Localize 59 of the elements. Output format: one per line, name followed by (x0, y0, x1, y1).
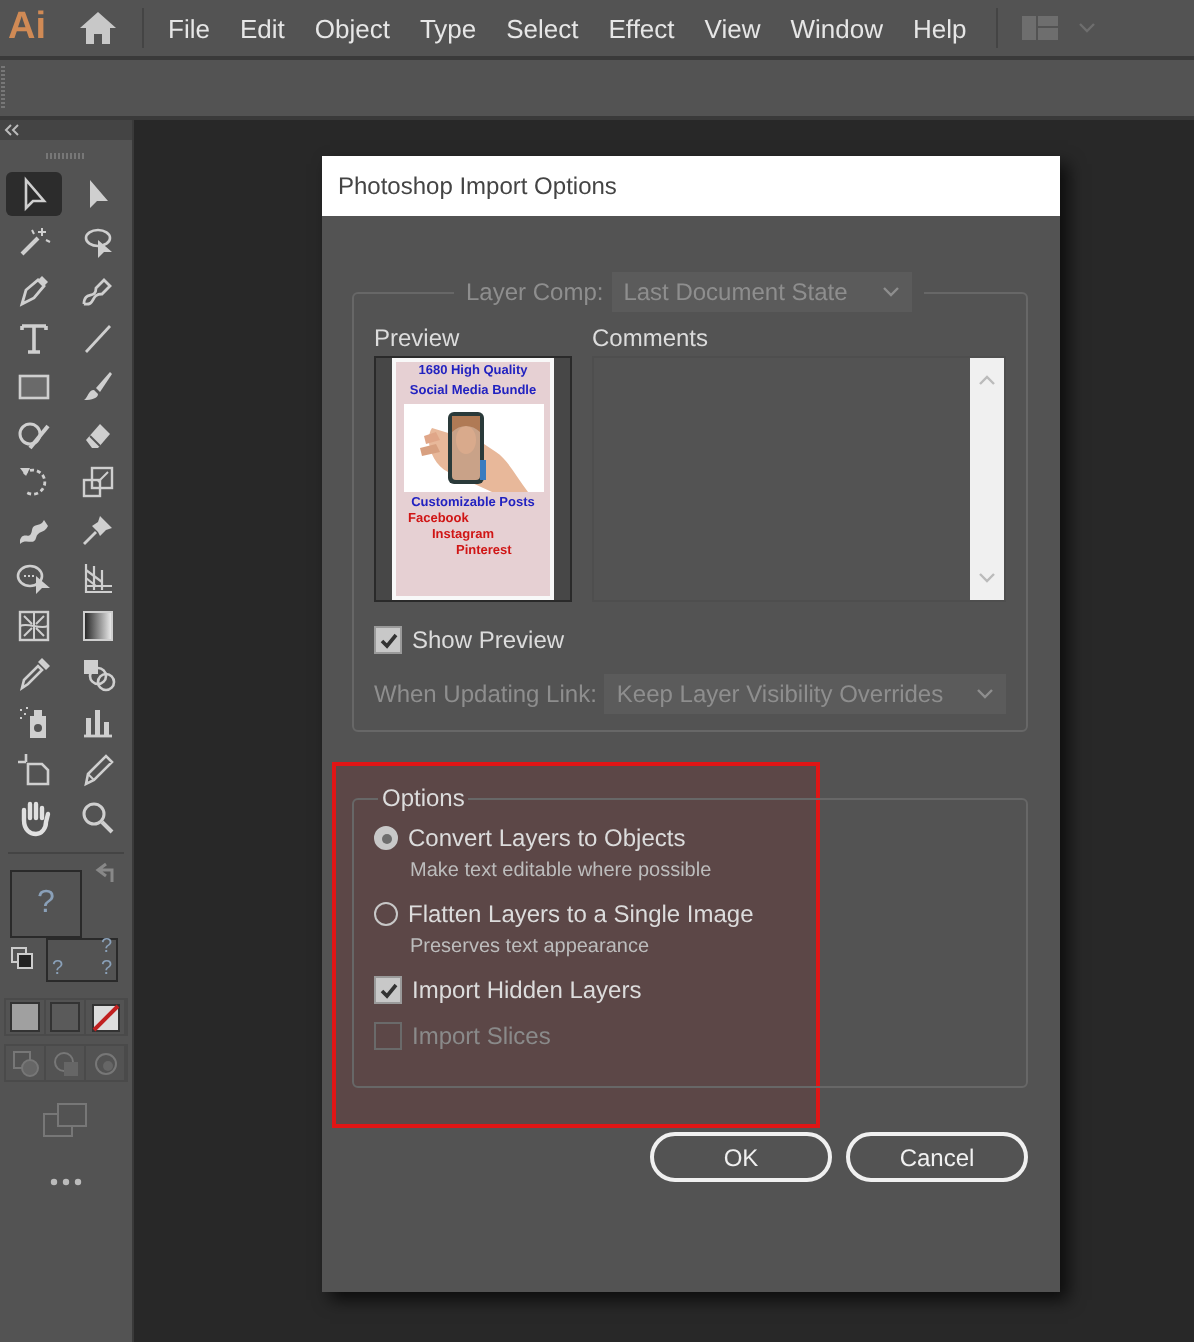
chevron-down-icon (881, 286, 900, 298)
show-preview-label: Show Preview (412, 626, 565, 654)
option-label: Flatten Layers to a Single Image (408, 900, 754, 928)
radio-option[interactable]: Convert Layers to Objects (374, 824, 1006, 852)
preview-label: Preview (374, 324, 462, 352)
show-preview-checkbox[interactable]: Show Preview (374, 626, 1006, 654)
mesh-icon (14, 606, 54, 646)
radio-button[interactable] (374, 902, 398, 926)
scale-icon (78, 462, 118, 502)
grip-icon[interactable] (46, 152, 86, 160)
question-mark: ? (52, 958, 64, 980)
color-button[interactable] (6, 1000, 46, 1034)
default-colors-icon[interactable] (10, 946, 34, 970)
checkbox[interactable] (374, 626, 402, 654)
chevron-down-icon (976, 688, 994, 700)
more-options-icon[interactable] (50, 1178, 82, 1186)
grip-icon[interactable] (0, 66, 6, 110)
none-button[interactable] (86, 1000, 126, 1034)
gradient-icon (78, 606, 118, 646)
options-legend: Options (382, 784, 465, 812)
option-label: Import Slices (412, 1022, 551, 1050)
artboard-icon (14, 750, 54, 790)
question-mark: ? (100, 958, 112, 980)
selection-arrow-tool[interactable] (6, 172, 62, 216)
menu-item[interactable]: Object (314, 13, 390, 43)
menu-item[interactable]: File (168, 13, 210, 43)
type-tool-icon (14, 318, 54, 358)
radio-option[interactable]: Flatten Layers to a Single Image (374, 900, 1006, 928)
option-hint: Preserves text appearance (410, 936, 652, 958)
option-label: Import Hidden Layers (412, 976, 642, 1004)
radio-button[interactable] (374, 826, 398, 850)
menu-item[interactable]: Effect (608, 13, 675, 43)
checkbox-option[interactable]: Import Hidden Layers (374, 976, 1006, 1004)
checkbox[interactable] (374, 976, 402, 1004)
menu-item[interactable]: Type (419, 13, 477, 43)
layer-comp-label: Layer Comp: (466, 278, 604, 306)
menu-item[interactable]: Edit (239, 13, 285, 43)
pen-nib-icon (14, 270, 54, 310)
zoom-icon (78, 798, 118, 838)
menu-item[interactable]: View (704, 13, 761, 43)
option-hint: Make text editable where possible (410, 860, 714, 882)
comments-label: Comments (592, 324, 711, 352)
question-mark: ? (37, 886, 55, 922)
menu-item[interactable]: Window (790, 13, 883, 43)
ok-button[interactable]: OK (650, 1132, 832, 1182)
collapse-icon[interactable] (4, 124, 20, 136)
blend-icon (78, 654, 118, 694)
dialog-title: Photoshop Import Options (338, 172, 617, 200)
updating-link-label: When Updating Link: (374, 680, 597, 708)
comments-field[interactable] (592, 356, 1006, 602)
cancel-button[interactable]: Cancel (846, 1132, 1028, 1182)
pin-icon (78, 510, 118, 550)
question-mark: ? (100, 936, 112, 958)
menu-item[interactable]: Select (506, 13, 579, 43)
home-icon[interactable] (78, 10, 118, 46)
option-label: Convert Layers to Objects (408, 824, 686, 852)
knife-icon (78, 750, 118, 790)
eyedropper-icon (14, 654, 54, 694)
menu-item[interactable]: Help (912, 13, 967, 43)
